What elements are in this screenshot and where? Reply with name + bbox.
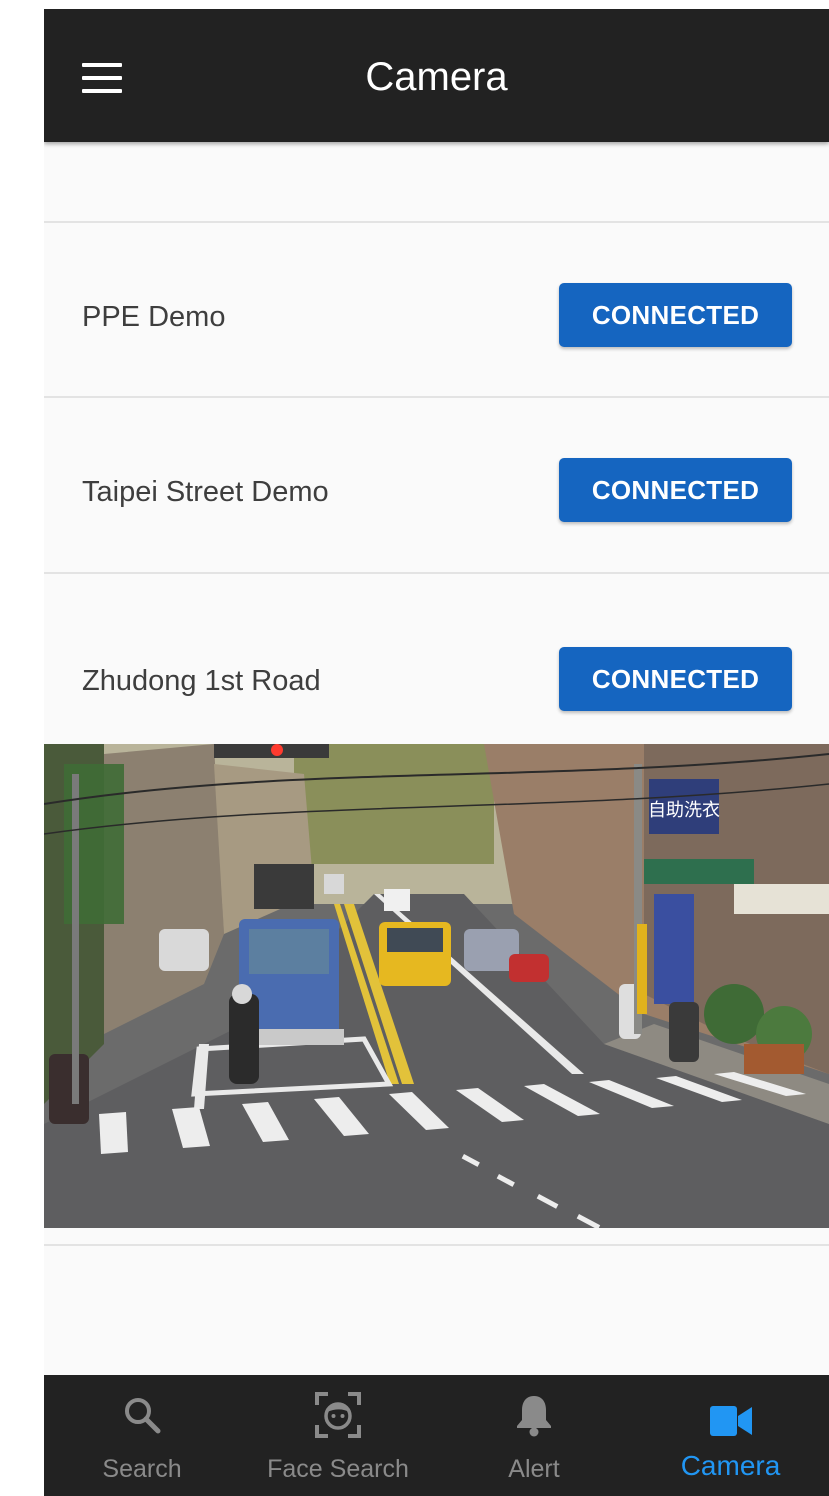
face-scan-icon	[315, 1392, 361, 1438]
connected-button[interactable]: CONNECTED	[559, 458, 792, 522]
connected-button[interactable]: CONNECTED	[559, 647, 792, 711]
bottom-navigation: Search Face Search Alert Camera	[44, 1375, 829, 1496]
tab-label: Search	[102, 1455, 182, 1483]
camera-row-taipei-street-demo[interactable]: Taipei Street Demo CONNECTED	[44, 454, 829, 534]
connected-button[interactable]: CONNECTED	[559, 283, 792, 347]
camera-video-feed[interactable]: 自助洗衣	[44, 744, 829, 1228]
divider	[44, 396, 829, 398]
tab-search[interactable]: Search	[44, 1375, 240, 1496]
tab-label: Face Search	[267, 1455, 409, 1483]
camera-row-zhudong-1st-road[interactable]: Zhudong 1st Road CONNECTED	[44, 643, 829, 723]
divider	[44, 1244, 829, 1246]
page-title: Camera	[365, 55, 508, 99]
tab-label: Alert	[508, 1455, 560, 1483]
shop-sign-text: 自助洗衣	[648, 800, 720, 821]
tab-camera[interactable]: Camera	[632, 1375, 829, 1496]
camera-row-ppe-demo[interactable]: PPE Demo CONNECTED	[44, 279, 829, 359]
camera-app: Camera PPE Demo CONNECTED Taipei Street …	[44, 9, 829, 1496]
camera-name: Zhudong 1st Road	[82, 665, 321, 697]
bell-icon	[517, 1396, 551, 1437]
street-scene-image: 自助洗衣	[44, 744, 829, 1228]
video-camera-icon	[709, 1406, 752, 1436]
camera-name: Taipei Street Demo	[82, 476, 329, 508]
tab-face-search[interactable]: Face Search	[240, 1375, 436, 1496]
top-app-bar: Camera	[44, 9, 829, 142]
divider	[44, 572, 829, 574]
divider	[44, 221, 829, 223]
search-icon	[125, 1398, 161, 1434]
tab-label: Camera	[680, 1450, 781, 1481]
camera-name: PPE Demo	[82, 301, 226, 333]
tab-alert[interactable]: Alert	[436, 1375, 632, 1496]
